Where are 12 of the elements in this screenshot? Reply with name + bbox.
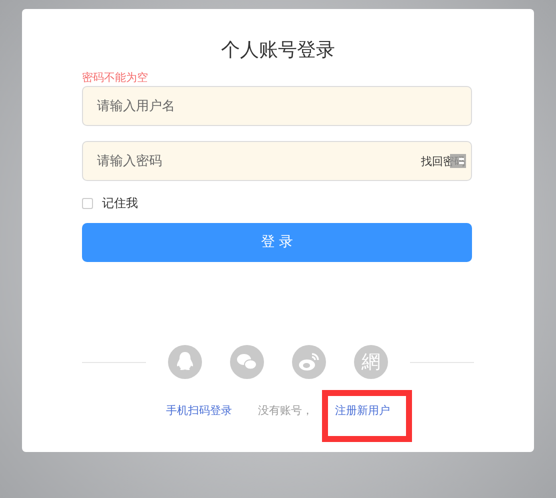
login-button[interactable]: 登 录	[82, 223, 472, 262]
register-link[interactable]: 注册新用户	[335, 404, 390, 418]
remember-label: 记住我	[102, 195, 138, 212]
error-message: 密码不能为空	[82, 71, 148, 85]
penguin-icon[interactable]	[168, 345, 202, 379]
remember-checkbox[interactable]	[82, 198, 93, 208]
username-field[interactable]: 请输入用户名	[82, 86, 472, 126]
qr-login-link[interactable]: 手机扫码登录	[166, 404, 232, 418]
weibo-icon[interactable]	[292, 345, 326, 379]
card-title: 个人账号登录	[220, 38, 336, 63]
no-account-text: 没有账号，	[258, 404, 313, 418]
chat-bubbles-icon[interactable]	[230, 345, 264, 379]
